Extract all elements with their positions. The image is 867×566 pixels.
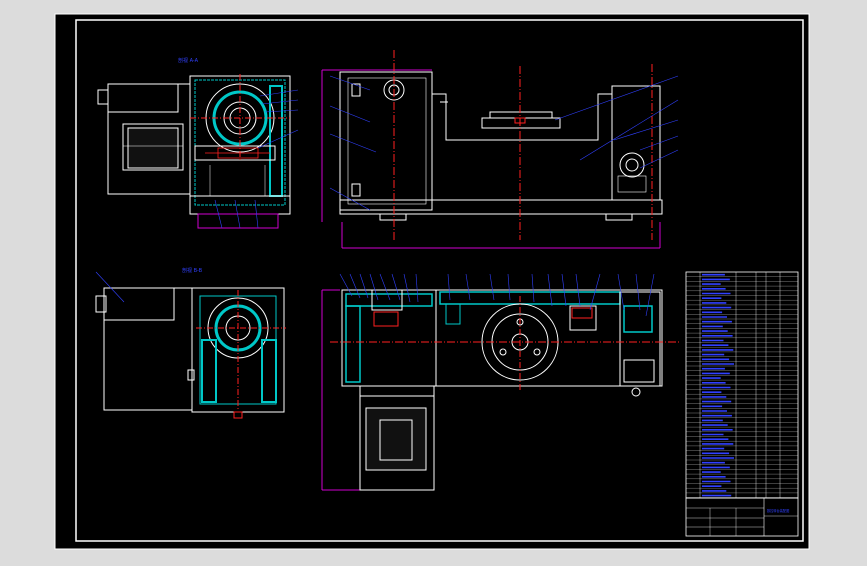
cad-viewport[interactable]: 剖视 A-A 剖视 B-B 数控转台装配图 [0, 0, 867, 562]
view-title-b: 剖视 B-B [182, 267, 203, 274]
title-block-title: 数控转台装配图 [767, 508, 789, 513]
cad-drawing-canvas[interactable]: 剖视 A-A 剖视 B-B 数控转台装配图 [0, 0, 867, 562]
view-title-a: 剖视 A-A [178, 57, 199, 64]
